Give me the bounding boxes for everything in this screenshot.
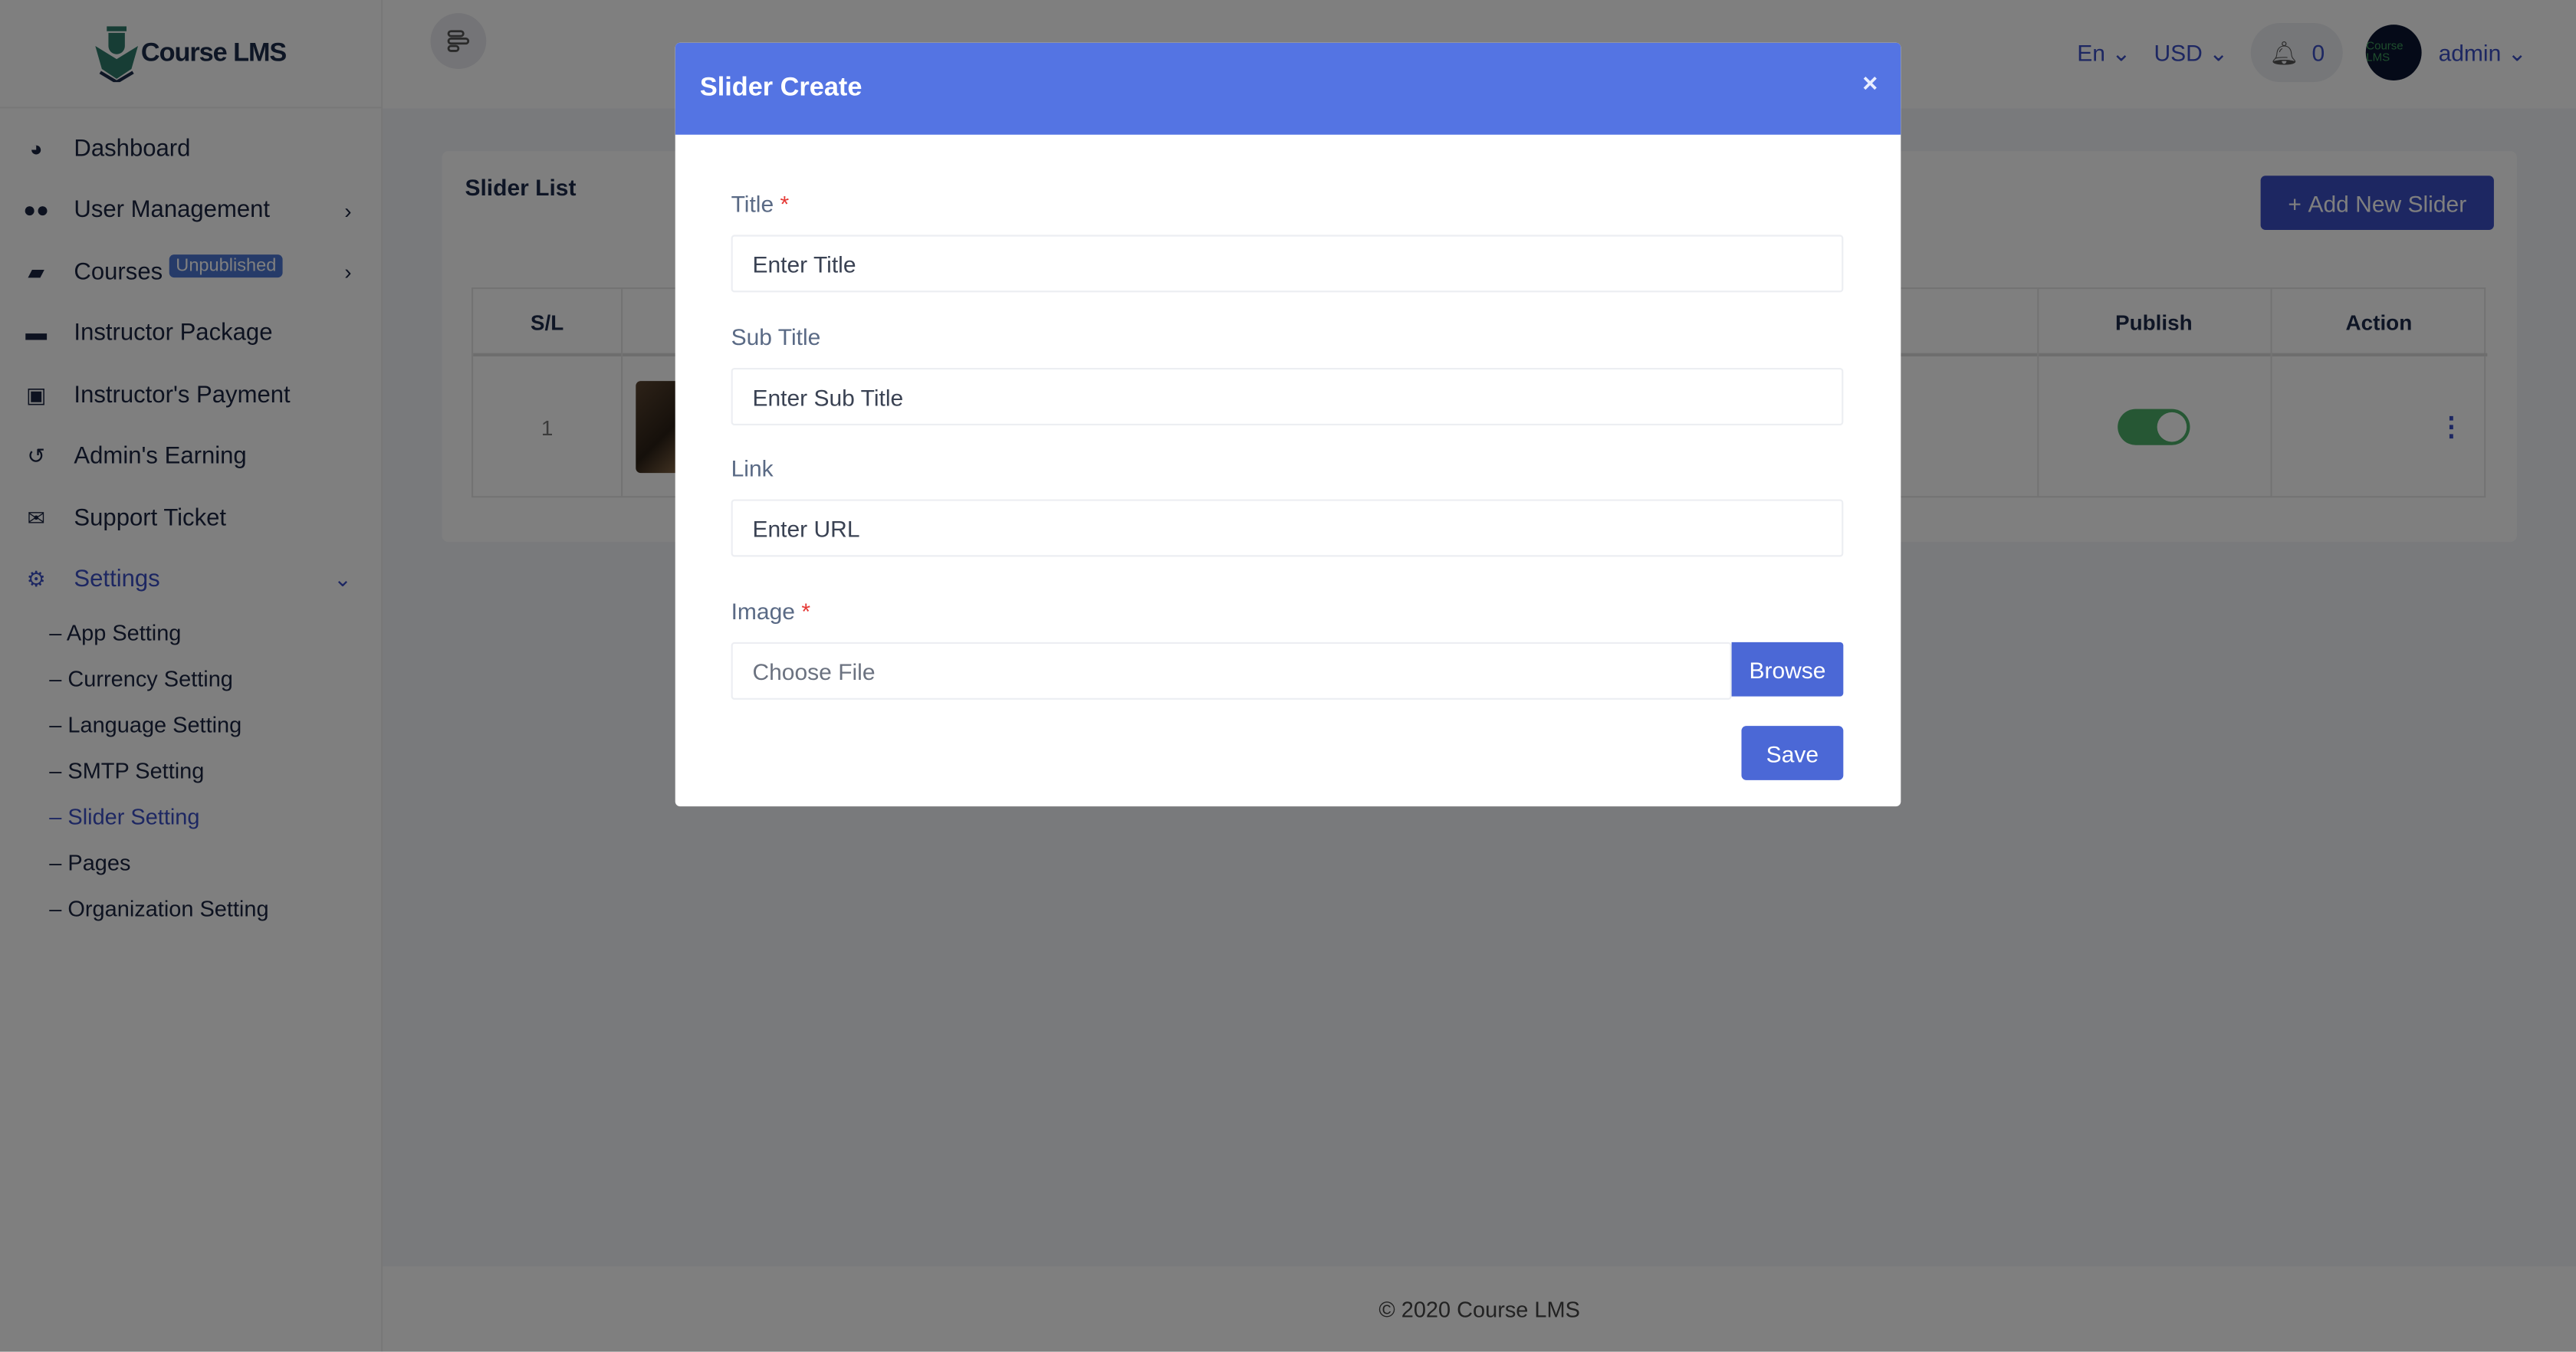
- subtitle-input[interactable]: Enter Sub Title: [731, 368, 1844, 426]
- modal-title: Slider Create: [699, 74, 863, 102]
- image-label: Image: [731, 598, 795, 625]
- required-mark: *: [780, 190, 790, 217]
- save-button[interactable]: Save: [1741, 726, 1844, 780]
- link-input[interactable]: Enter URL: [731, 499, 1844, 557]
- file-input[interactable]: Choose File: [731, 642, 1732, 700]
- close-icon[interactable]: ×: [1862, 71, 1878, 100]
- title-label: Title: [731, 190, 774, 217]
- subtitle-label: Sub Title: [731, 323, 821, 350]
- slider-create-modal: Slider Create × Title * Enter Title Sub T…: [675, 42, 1901, 807]
- browse-button[interactable]: Browse: [1731, 642, 1844, 697]
- title-input[interactable]: Enter Title: [731, 235, 1844, 293]
- link-label: Link: [731, 454, 774, 481]
- required-mark: *: [801, 598, 811, 625]
